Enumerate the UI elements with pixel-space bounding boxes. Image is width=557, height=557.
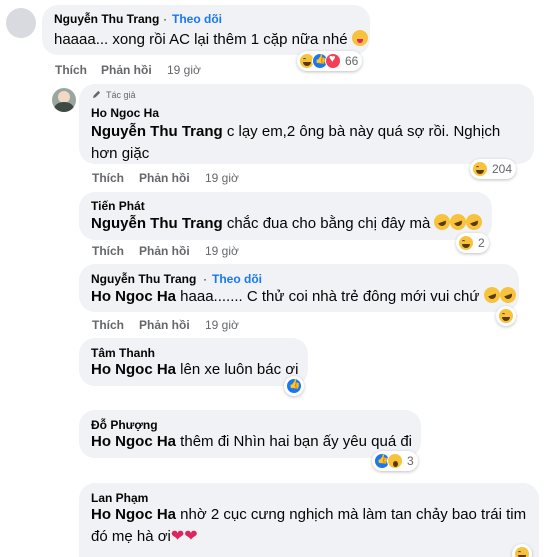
reply-button[interactable]: Phản hồi (139, 318, 190, 332)
wow-icon (387, 453, 403, 469)
reply-author[interactable]: Tiến Phát (91, 199, 145, 213)
reply-bubble: Tác giả Ho Ngoc Ha Nguyễn Thu Trang c lạ… (79, 84, 534, 164)
reply-text-body: nhờ 2 cục cưng nghịch mà làm tan chảy ba… (176, 506, 527, 523)
reply-button[interactable]: Phản hồi (101, 63, 152, 77)
reaction-summary[interactable]: 66 (297, 51, 363, 71)
reaction-summary[interactable]: 3 (372, 451, 418, 471)
pen-icon (92, 90, 101, 99)
separator-dot: · (203, 272, 207, 286)
reply-bubble: Tiến Phát Nguyễn Thu Trang chắc đua cho … (79, 192, 492, 240)
reply-text-body: haaa....... C thử coi nhà trẻ đông mới v… (176, 288, 480, 305)
timestamp[interactable]: 19 giờ (205, 244, 239, 258)
reply-author[interactable]: Tâm Thanh (91, 346, 155, 360)
reply-text: Ho Ngoc Ha lên xe luôn bác ơi (91, 359, 298, 381)
reply-bubble: Tâm Thanh Ho Ngoc Ha lên xe luôn bác ơi (79, 338, 308, 386)
comment-text-body: haaaa... xong rồi AC lại thêm 1 cặp nữa … (54, 31, 348, 48)
reply-button[interactable]: Phản hồi (139, 244, 190, 258)
mention-link[interactable]: Nguyễn Thu Trang (91, 123, 223, 140)
like-button[interactable]: Thích (92, 171, 124, 185)
author-badge: Tác giả (106, 90, 136, 100)
comment-bubble: Nguyễn Thu Trang · Theo dõi haaaa... xon… (42, 5, 370, 55)
reaction-summary[interactable]: 204 (470, 159, 517, 179)
reaction-count: 204 (492, 162, 513, 176)
heart-emoji-icon: ❤ (184, 528, 198, 545)
comment-text: haaaa... xong rồi AC lại thêm 1 cặp nữa … (54, 29, 368, 51)
timestamp[interactable]: 19 giờ (205, 171, 239, 185)
reply-text: Ho Ngoc Ha haaa....... C thử coi nhà trẻ… (91, 284, 518, 308)
mention-link[interactable]: Nguyễn Thu Trang (91, 215, 223, 232)
haha-icon (514, 546, 530, 557)
reply-text-body: lên xe luôn bác ơi (176, 361, 299, 378)
reply-text: Nguyễn Thu Trang c lạy em,2 ông bà này q… (91, 121, 519, 165)
separator-dot: · (163, 12, 167, 26)
like-button[interactable]: Thích (92, 244, 124, 258)
reply-text-body: chắc đua cho bằng chị đây mà (222, 215, 431, 232)
haha-icon (458, 235, 474, 251)
avatar[interactable] (6, 8, 36, 38)
haha-icon (498, 308, 514, 324)
reaction-summary[interactable] (496, 306, 516, 326)
comment-author[interactable]: Nguyễn Thu Trang (54, 12, 159, 26)
timestamp[interactable]: 19 giờ (167, 63, 201, 77)
reply-text: Ho Ngoc Ha nhờ 2 cục cưng nghịch mà làm … (91, 504, 531, 526)
reply-bubble: Đỗ Phượng Ho Ngoc Ha thêm đi Nhìn hai bạ… (79, 410, 421, 458)
reaction-summary[interactable]: 2 (456, 233, 489, 253)
like-icon (286, 378, 302, 394)
reply-text-body: thêm đi Nhìn hai bạn ấy yêu quá đi (176, 433, 413, 450)
reaction-count: 2 (478, 236, 485, 250)
rofl-emoji-icon (464, 211, 485, 233)
reply-button[interactable]: Phản hồi (139, 171, 190, 185)
heart-emoji-icon: ❤ (170, 528, 185, 545)
timestamp[interactable]: 19 giờ (205, 318, 239, 332)
reply-author[interactable]: Ho Ngoc Ha (91, 106, 159, 120)
love-icon (325, 53, 341, 69)
rofl-emoji-icon (497, 284, 518, 306)
reply-author[interactable]: Lan Phạm (91, 491, 148, 505)
reaction-summary[interactable] (284, 376, 304, 396)
reply-text: Ho Ngoc Ha thêm đi Nhìn hai bạn ấy yêu q… (91, 431, 412, 453)
avatar[interactable] (52, 88, 76, 112)
reply-bubble: Lan Phạm Ho Ngoc Ha nhờ 2 cục cưng nghịc… (79, 483, 539, 557)
mention-link[interactable]: Ho Ngoc Ha (91, 288, 176, 305)
mention-link[interactable]: Ho Ngoc Ha (91, 433, 176, 450)
reply-text-line2: đó mẹ hà ơi❤❤ (91, 526, 198, 548)
reply-text: Nguyễn Thu Trang chắc đua cho bằng chị đ… (91, 211, 485, 235)
reaction-count: 66 (345, 54, 359, 68)
mention-link[interactable]: Ho Ngoc Ha (91, 361, 176, 378)
wink-emoji-icon (351, 30, 368, 46)
follow-button[interactable]: Theo dõi (172, 12, 222, 26)
reply-author[interactable]: Nguyễn Thu Trang (91, 272, 196, 286)
follow-button[interactable]: Theo dõi (212, 272, 262, 286)
reply-text-body: đó mẹ hà ơi (91, 528, 171, 545)
reply-author[interactable]: Đỗ Phượng (91, 418, 158, 432)
reaction-count: 3 (407, 454, 414, 468)
like-button[interactable]: Thích (55, 63, 87, 77)
mention-link[interactable]: Ho Ngoc Ha (91, 506, 176, 523)
reaction-summary[interactable] (512, 544, 532, 557)
like-button[interactable]: Thích (92, 318, 124, 332)
reply-bubble: Nguyễn Thu Trang · Theo dõi Ho Ngoc Ha h… (79, 264, 519, 312)
haha-icon (472, 161, 488, 177)
